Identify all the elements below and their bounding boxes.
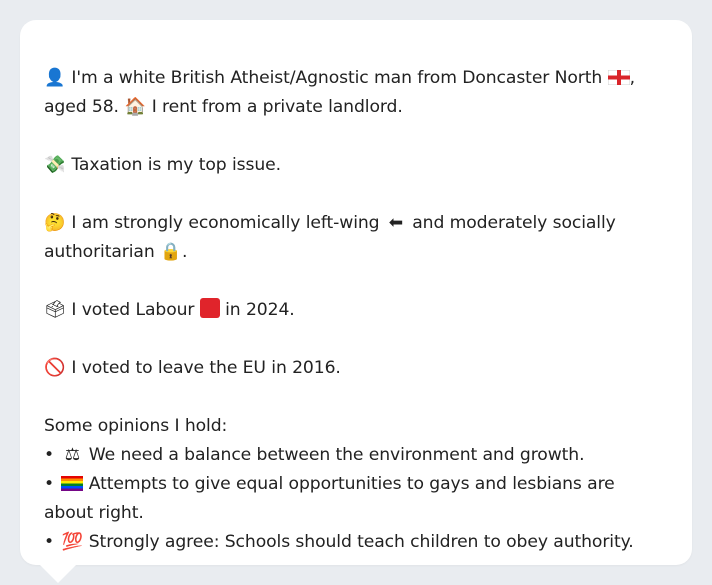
bullet: • [44, 445, 55, 465]
demographics-paragraph: 👤 I'm a white British Atheist/Agnostic m… [44, 64, 668, 122]
england-flag-icon [607, 70, 630, 85]
thinking-face-icon: 🤔 [44, 213, 66, 233]
person-icon: 👤 [44, 68, 66, 88]
money-icon: 💸 [44, 155, 66, 175]
list-item: • 💯 Strongly agree: Schools should teach… [44, 528, 668, 557]
top-issue-paragraph: 💸 Taxation is my top issue. [44, 151, 668, 180]
hundred-points-icon: 💯 [61, 532, 84, 552]
list-item: • Attempts to give equal opportunities t… [44, 470, 668, 528]
opinion-text: Attempts to give equal opportunities to … [44, 474, 615, 523]
vote-year-text: in 2024. [225, 300, 295, 320]
left-arrow-icon: ⬅ [388, 213, 403, 233]
balance-scale-icon: ⚖ [64, 445, 81, 465]
opinion-text: Strongly agree: Schools should teach chi… [88, 532, 634, 552]
bullet: • [44, 532, 55, 552]
house-icon: 🏠 [124, 97, 146, 117]
opinions-heading: Some opinions I hold: [44, 416, 228, 436]
red-square-icon [199, 298, 220, 318]
bullet: • [44, 474, 55, 494]
brexit-vote-text: I voted to leave the EU in 2016. [71, 358, 341, 378]
ballot-box-icon: 🗳 [44, 300, 66, 320]
lock-icon: 🔒 [160, 242, 182, 262]
rainbow-flag-icon [61, 476, 84, 491]
opinions-section: Some opinions I hold: • ⚖ We need a bala… [44, 412, 668, 557]
profile-card: 👤 I'm a white British Atheist/Agnostic m… [20, 20, 692, 565]
demographics-text: I'm a white British Atheist/Agnostic man… [71, 68, 603, 88]
speech-bubble-pointer [38, 563, 78, 583]
vote-party-text: I voted Labour [71, 300, 195, 320]
list-item: • ⚖ We need a balance between the enviro… [44, 441, 668, 470]
brexit-vote-paragraph: 🚫 I voted to leave the EU in 2016. [44, 354, 668, 383]
housing-text: I rent from a private landlord. [151, 97, 403, 117]
top-issue-text: Taxation is my top issue. [71, 155, 281, 175]
opinion-text: We need a balance between the environmen… [88, 445, 585, 465]
political-position-paragraph: 🤔 I am strongly economically left-wing ⬅… [44, 209, 668, 267]
vote-2024-paragraph: 🗳 I voted Labour in 2024. [44, 296, 668, 325]
prohibited-icon: 🚫 [44, 358, 66, 378]
economic-position-text: I am strongly economically left-wing [71, 213, 380, 233]
period-text: . [182, 242, 188, 262]
